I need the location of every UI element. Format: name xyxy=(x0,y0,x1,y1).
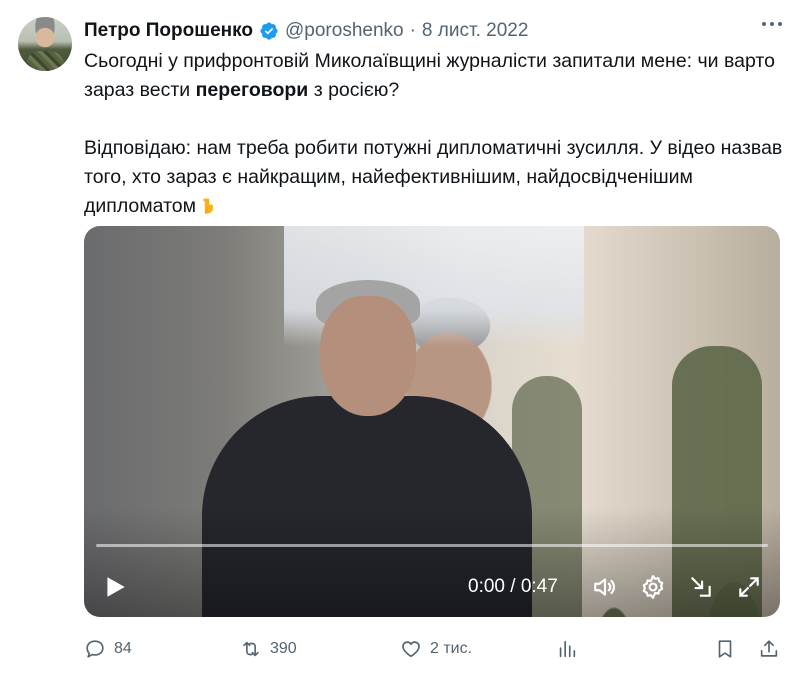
like-count: 2 тис. xyxy=(430,640,473,657)
tweet-card: Петро Порошенко @poroshenko · 8 лист. 20… xyxy=(0,0,800,679)
reply-icon xyxy=(86,640,104,658)
views-chart-icon xyxy=(559,640,576,658)
bookmark-button[interactable] xyxy=(714,636,736,662)
tweet-paragraph-2: Відповідаю: нам треба робити потужні дип… xyxy=(84,134,784,221)
author-handle[interactable]: @poroshenko xyxy=(285,20,404,42)
repost-button[interactable]: 390 xyxy=(240,636,297,662)
heart-icon xyxy=(402,641,420,658)
tweet-text-part: Відповідаю: нам треба робити потужні дип… xyxy=(84,137,783,217)
video-progress-bar[interactable] xyxy=(96,544,768,547)
pointing-down-hand-icon xyxy=(203,198,214,215)
more-options-icon[interactable] xyxy=(762,22,782,26)
like-button[interactable]: 2 тис. xyxy=(400,636,472,662)
settings-gear-icon[interactable] xyxy=(640,574,666,600)
share-icon xyxy=(760,640,778,657)
video-player[interactable]: 0:00 / 0:47 xyxy=(84,226,780,617)
play-icon[interactable] xyxy=(102,574,128,600)
tweet-text-part: з росією? xyxy=(308,79,400,101)
repost-count: 390 xyxy=(270,640,297,657)
tweet-actions: 84 390 2 тис. xyxy=(84,636,784,662)
views-button[interactable] xyxy=(556,636,578,662)
fullscreen-icon[interactable] xyxy=(736,574,762,600)
video-time: 0:00 / 0:47 xyxy=(468,576,558,597)
reply-count: 84 xyxy=(114,640,132,657)
tweet-text-part: Сьогодні у прифронтовій Миколаївщині жур… xyxy=(84,50,775,101)
repost-icon xyxy=(243,641,259,657)
avatar[interactable] xyxy=(18,17,72,71)
author-name[interactable]: Петро Порошенко xyxy=(84,20,253,42)
tweet-header: Петро Порошенко @poroshenko · 8 лист. 20… xyxy=(84,18,528,44)
tweet-paragraph-1: Сьогодні у прифронтовій Миколаївщині жур… xyxy=(84,47,784,105)
bookmark-icon xyxy=(718,640,732,658)
verified-badge-icon xyxy=(260,22,278,40)
volume-icon[interactable] xyxy=(592,574,618,600)
tweet-text: Сьогодні у прифронтовій Миколаївщині жур… xyxy=(84,47,784,221)
separator-dot: · xyxy=(409,20,416,41)
picture-in-picture-icon[interactable] xyxy=(688,574,714,600)
tweet-text-bold: переговори xyxy=(195,79,309,101)
tweet-date[interactable]: 8 лист. 2022 xyxy=(422,20,528,42)
share-button[interactable] xyxy=(758,636,780,662)
reply-button[interactable]: 84 xyxy=(84,636,132,662)
